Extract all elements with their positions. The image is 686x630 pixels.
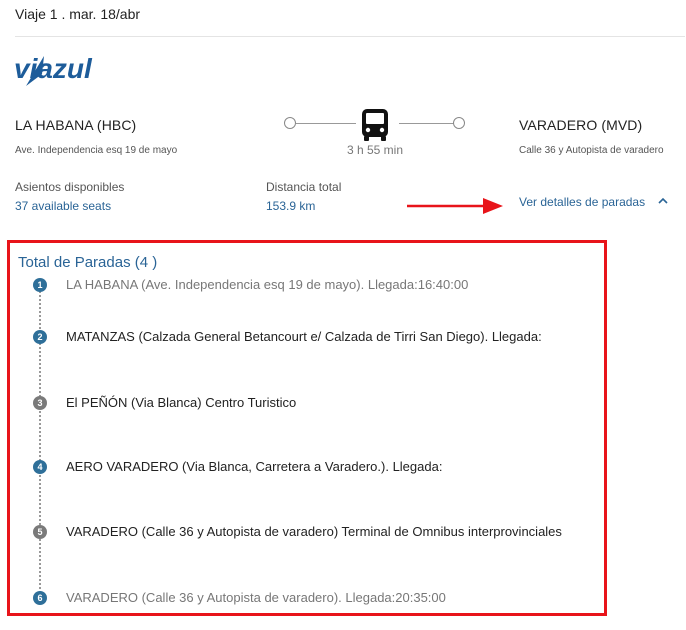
viazul-logo: viazul: [14, 53, 93, 86]
stop-number-badge: 6: [33, 591, 47, 605]
stop-text: El PEÑÓN (Via Blanca) Centro Turistico: [66, 395, 297, 410]
bus-icon: [362, 109, 388, 141]
stop-details-link[interactable]: Ver detalles de paradas: [519, 195, 645, 209]
stop-number-badge: 2: [33, 330, 47, 344]
distance-value: 153.9 km: [266, 199, 316, 213]
destination-address: Calle 36 y Autopista de varadero: [519, 145, 664, 156]
route-line-left: [296, 122, 356, 124]
stop-text: LA HABANA (Ave. Independencia esq 19 de …: [66, 277, 469, 292]
stop-text: VARADERO (Calle 36 y Autopista de varade…: [66, 524, 562, 539]
destination-dot: [453, 117, 465, 129]
header-divider: [15, 36, 685, 37]
origin-city: LA HABANA (HBC): [15, 117, 137, 133]
stop-text: VARADERO (Calle 36 y Autopista de varade…: [66, 590, 446, 605]
stop-number-badge: 5: [33, 525, 47, 539]
seats-label: Asientos disponibles: [15, 180, 125, 194]
route-indicator: [283, 106, 467, 146]
route-line-right: [399, 122, 455, 124]
distance-label: Distancia total: [266, 180, 342, 194]
red-arrow-annotation: [407, 198, 503, 214]
chevron-up-icon[interactable]: [656, 194, 670, 206]
trip-title: Viaje 1 . mar. 18/abr: [15, 6, 141, 22]
destination-city: VARADERO (MVD): [519, 117, 643, 133]
trip-duration: 3 h 55 min: [346, 143, 404, 157]
stop-number-badge: 1: [33, 278, 47, 292]
stops-highlight-box: [7, 240, 607, 616]
origin-dot: [284, 117, 296, 129]
logo-text: viazul: [14, 53, 93, 84]
stop-number-badge: 4: [33, 460, 47, 474]
stops-title: Total de Paradas (4 ): [18, 254, 158, 271]
seats-value: 37 available seats: [15, 199, 112, 213]
stop-number-badge: 3: [33, 396, 47, 410]
stop-text: MATANZAS (Calzada General Betancourt e/ …: [66, 329, 542, 344]
stop-text: AERO VARADERO (Via Blanca, Carretera a V…: [66, 459, 443, 474]
origin-address: Ave. Independencia esq 19 de mayo: [15, 145, 178, 156]
